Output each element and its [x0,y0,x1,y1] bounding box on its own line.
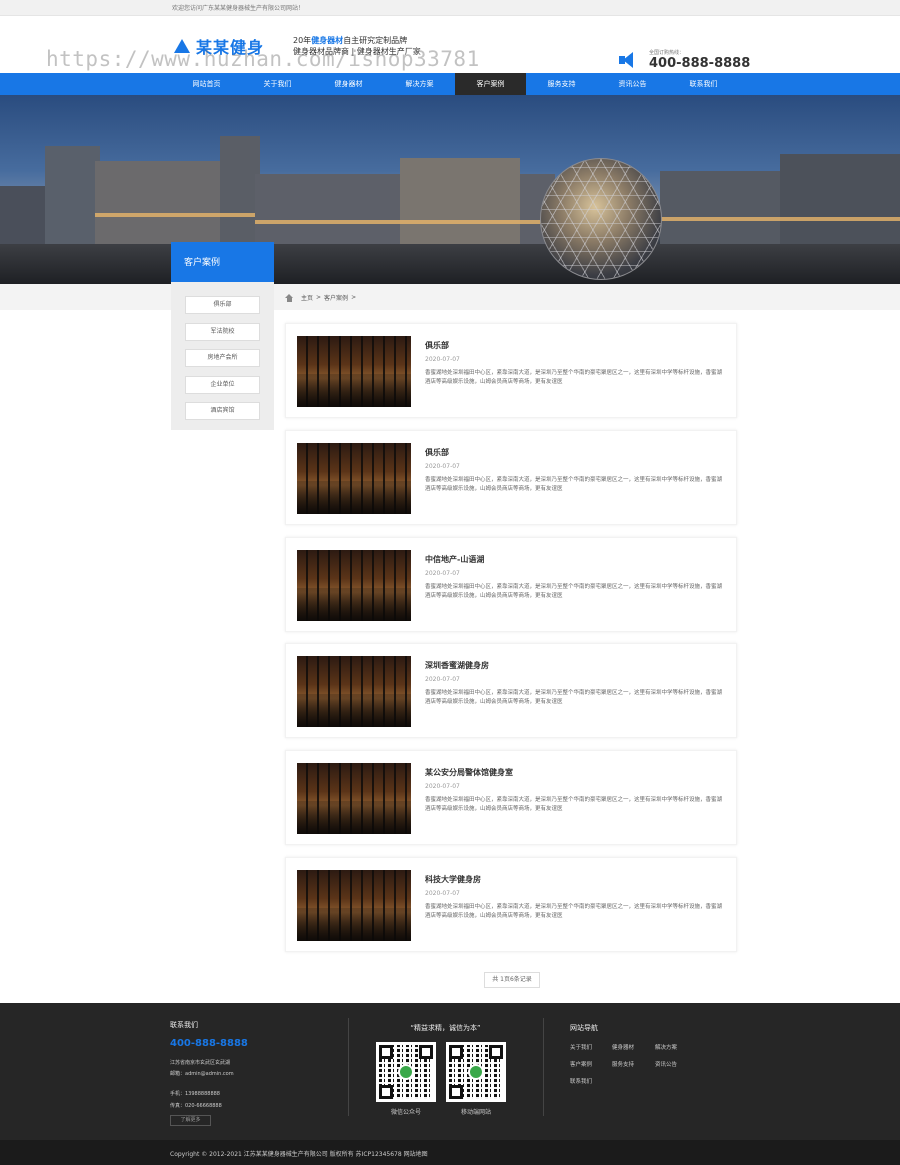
footer-nav-news[interactable]: 资讯公告 [655,1060,677,1068]
sidebar-item-hotel[interactable]: 酒店宾馆 [185,402,260,420]
site-header: 某某健身 20年健身器材自主研究定制品牌 健身器材品牌商 | 健身器材生产厂家 … [0,16,900,73]
pagination-info: 共 1页6条记录 [484,972,540,988]
case-date: 2020-07-07 [425,890,460,897]
case-description: 香蜜湖地处深圳福田中心区，紧靠深南大道，是深圳乃至整个华南的豪宅聚居区之一，这里… [425,690,723,705]
nav-support[interactable]: 服务支持 [526,73,597,95]
site-logo[interactable]: 某某健身 [172,34,264,58]
case-date: 2020-07-07 [425,783,460,790]
logo-text: 某某健身 [196,38,265,57]
logo-icon [172,36,192,56]
case-title[interactable]: 科技大学健身房 [425,874,481,885]
case-description: 香蜜湖地处深圳福田中心区，紧靠深南大道，是深圳乃至整个华南的豪宅聚居区之一，这里… [425,477,723,492]
mobile-qr-code [446,1042,506,1102]
case-title[interactable]: 深圳香蜜湖健身房 [425,660,489,671]
qr-caption-wechat: 微信公众号 [390,1109,421,1116]
case-title[interactable]: 俱乐部 [425,447,449,458]
case-card[interactable]: 某公安分局警体馆健身室 2020-07-07 香蜜湖地处深圳福田中心区，紧靠深南… [285,750,737,845]
wechat-qr-code [376,1042,436,1102]
case-date: 2020-07-07 [425,463,460,470]
footer-nav-about[interactable]: 关于我们 [570,1043,592,1051]
case-description: 香蜜湖地处深圳福田中心区，紧靠深南大道，是深圳乃至整个华南的豪宅聚居区之一，这里… [425,904,723,919]
footer-fax: 传真：020-66668888 [170,1103,222,1109]
footer-phone: 400-888-8888 [170,1038,248,1049]
footer-email: 邮箱：admin@admin.com [170,1071,234,1077]
case-card[interactable]: 科技大学健身房 2020-07-07 香蜜湖地处深圳福田中心区，紧靠深南大道，是… [285,857,737,952]
case-thumbnail[interactable] [297,550,411,621]
megaphone-icon [619,52,639,68]
breadcrumb-bar: 主页 > 客户案例 > [0,284,900,310]
footer-sitenav-title: 网站导航 [570,1024,598,1032]
copyright-bar: Copyright © 2012-2021 江苏某某健身器械生产有限公司 版权所… [0,1140,900,1165]
top-bar: 欢迎您访问广东某某健身器械生产有限公司网站！ [0,0,900,16]
home-icon [285,293,294,302]
nav-home[interactable]: 网站首页 [171,73,242,95]
nav-news[interactable]: 资讯公告 [597,73,668,95]
nav-about[interactable]: 关于我们 [242,73,313,95]
site-footer: 联系我们 400-888-8888 江苏省南京市玄武区玄武湖 邮箱：admin@… [0,1003,900,1140]
sidebar-item-military[interactable]: 军法院校 [185,323,260,341]
nav-solutions[interactable]: 解决方案 [384,73,455,95]
slogan-line2: 健身器材品牌商 | 健身器材生产厂家 [293,47,421,56]
breadcrumb-current[interactable]: 客户案例 [324,293,348,302]
hero-banner [0,95,900,284]
case-description: 香蜜湖地处深圳福田中心区，紧靠深南大道，是深圳乃至整个华南的豪宅聚居区之一，这里… [425,797,723,812]
slogan-prefix: 20年 [293,36,312,45]
slogan: 20年健身器材自主研究定制品牌 健身器材品牌商 | 健身器材生产厂家 [293,35,421,57]
case-card[interactable]: 深圳香蜜湖健身房 2020-07-07 香蜜湖地处深圳福田中心区，紧靠深南大道，… [285,643,737,738]
slogan-suffix: 自主研究定制品牌 [343,36,408,45]
case-card[interactable]: 俱乐部 2020-07-07 香蜜湖地处深圳福田中心区，紧靠深南大道，是深圳乃至… [285,430,737,525]
case-title[interactable]: 俱乐部 [425,340,449,351]
sidebar-item-club[interactable]: 俱乐部 [185,296,260,314]
case-thumbnail[interactable] [297,763,411,834]
case-thumbnail[interactable] [297,336,411,407]
case-title[interactable]: 某公安分局警体馆健身室 [425,767,513,778]
case-card[interactable]: 中信地产-山语湖 2020-07-07 香蜜湖地处深圳福田中心区，紧靠深南大道，… [285,537,737,632]
footer-nav-contact[interactable]: 联系我们 [570,1077,592,1085]
footer-mobile: 手机：13988888888 [170,1091,220,1097]
footer-address: 江苏省南京市玄武区玄武湖 [170,1060,231,1066]
footer-nav-cases[interactable]: 客户案例 [570,1060,592,1068]
case-date: 2020-07-07 [425,676,460,683]
sidebar: 客户案例 俱乐部 军法院校 房地产会所 企业单位 酒店宾馆 [171,242,274,430]
sidebar-item-enterprise[interactable]: 企业单位 [185,376,260,394]
main-nav: 网站首页 关于我们 健身器材 解决方案 客户案例 服务支持 资讯公告 联系我们 [0,73,900,95]
hotline-number: 400-888-8888 [649,56,751,71]
learn-more-button[interactable]: 了解更多 [170,1115,211,1126]
case-description: 香蜜湖地处深圳福田中心区，紧靠深南大道，是深圳乃至整个华南的豪宅聚居区之一，这里… [425,584,723,599]
case-thumbnail[interactable] [297,443,411,514]
footer-contact-title: 联系我们 [170,1021,198,1029]
case-date: 2020-07-07 [425,356,460,363]
breadcrumb-home[interactable]: 主页 [301,293,313,302]
welcome-text: 欢迎您访问广东某某健身器械生产有限公司网站！ [172,5,305,12]
case-thumbnail[interactable] [297,870,411,941]
hotline: 全国订购热线： 400-888-8888 [619,50,750,71]
copyright-text: Copyright © 2012-2021 江苏某某健身器械生产有限公司 版权所… [170,1151,428,1158]
nav-equipment[interactable]: 健身器材 [313,73,384,95]
qr-caption-mobile: 移动端网站 [460,1109,491,1116]
breadcrumb-tail: > [351,294,357,301]
footer-nav-equipment[interactable]: 健身器材 [612,1043,634,1051]
case-card[interactable]: 俱乐部 2020-07-07 香蜜湖地处深圳福田中心区，紧靠深南大道，是深圳乃至… [285,323,737,418]
footer-divider [543,1018,544,1116]
footer-nav-solutions[interactable]: 解决方案 [655,1043,677,1051]
glass-dome-image [540,158,662,280]
breadcrumb-sep: > [316,294,322,301]
case-thumbnail[interactable] [297,656,411,727]
footer-motto: “精益求精，诚信为本” [410,1024,481,1032]
case-title[interactable]: 中信地产-山语湖 [425,554,484,565]
case-description: 香蜜湖地处深圳福田中心区，紧靠深南大道，是深圳乃至整个华南的豪宅聚居区之一，这里… [425,370,723,385]
slogan-highlight: 健身器材 [311,36,344,45]
sidebar-title: 客户案例 [171,242,274,282]
nav-contact[interactable]: 联系我们 [668,73,739,95]
sidebar-item-realestate[interactable]: 房地产会所 [185,349,260,367]
footer-nav-support[interactable]: 服务支持 [612,1060,634,1068]
case-date: 2020-07-07 [425,570,460,577]
breadcrumb: 主页 > 客户案例 > [285,293,356,302]
nav-cases[interactable]: 客户案例 [455,73,526,95]
